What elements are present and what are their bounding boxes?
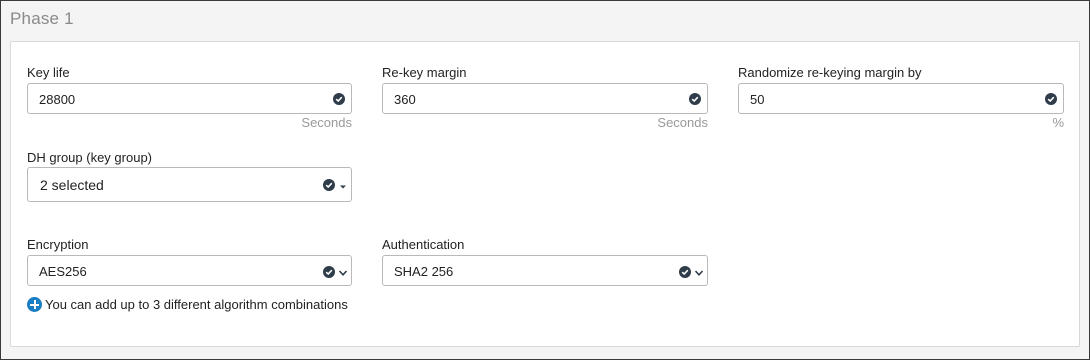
check-circle-icon	[689, 93, 701, 105]
rekey-margin-value: 360	[394, 92, 416, 107]
randomize-label: Randomize re-keying margin by	[738, 65, 922, 80]
dh-group-label: DH group (key group)	[27, 150, 152, 165]
key-life-input[interactable]: 28800	[27, 83, 352, 114]
check-circle-icon	[333, 93, 345, 105]
encryption-label: Encryption	[27, 237, 89, 252]
key-life-unit: Seconds	[301, 115, 352, 130]
add-combination-hint[interactable]: You can add up to 3 different algorithm …	[27, 297, 348, 312]
key-life-label: Key life	[27, 65, 70, 80]
section-title: Phase 1	[10, 9, 74, 28]
check-circle-icon	[679, 266, 691, 278]
rekey-margin-input[interactable]: 360	[382, 83, 708, 114]
rekey-margin-unit: Seconds	[657, 115, 708, 130]
randomize-input[interactable]: 50	[738, 83, 1064, 114]
chevron-down-icon[interactable]	[694, 266, 704, 276]
check-circle-icon	[1045, 93, 1057, 105]
check-circle-icon	[323, 266, 335, 278]
authentication-value: SHA2 256	[394, 264, 454, 279]
authentication-select[interactable]: SHA2 256	[382, 255, 708, 286]
encryption-select[interactable]: AES256	[27, 255, 352, 286]
chevron-down-icon[interactable]	[338, 266, 348, 276]
randomize-value: 50	[750, 92, 765, 107]
check-circle-icon	[323, 179, 335, 191]
plus-circle-icon[interactable]	[27, 297, 42, 312]
add-combination-text: You can add up to 3 different algorithm …	[45, 297, 348, 312]
key-life-value: 28800	[39, 92, 76, 107]
randomize-unit: %	[1052, 115, 1064, 130]
phase-1-section: Phase 1 Key life 28800 Seconds Re-key ma…	[0, 0, 1090, 360]
rekey-margin-label: Re-key margin	[382, 65, 467, 80]
encryption-value: AES256	[39, 264, 87, 279]
caret-down-icon[interactable]	[338, 180, 348, 190]
dh-group-select[interactable]: 2 selected	[27, 167, 352, 202]
authentication-label: Authentication	[382, 237, 465, 252]
dh-group-value: 2 selected	[40, 177, 104, 193]
